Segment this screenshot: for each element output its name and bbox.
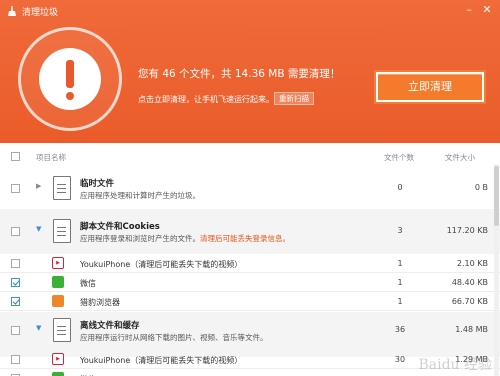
group-row-temp-files[interactable]: ▶ 临时文件 应用程序处理和计算时产生的垃圾。 0 0 B [0,166,500,211]
list-item[interactable]: 猎豹浏览器 1 66.70 KB [0,292,500,311]
app-name: YoukuiPhone（清理后可能丢失下载的视频） [80,260,243,269]
file-size: 117.20 KB [446,226,488,235]
file-count: 36 [394,325,406,334]
status-ring [18,27,122,131]
window-title: 清理垃圾 [22,8,59,18]
file-size: 0 B [474,183,488,192]
document-icon [53,219,71,243]
summary-hint: 点击立即清理，让手机飞速运行起来。 [138,95,274,104]
collapse-arrow-icon[interactable]: ▼ [36,324,41,332]
document-icon [53,176,71,200]
app-name: 猎豹浏览器 [80,298,120,307]
column-size[interactable]: 文件大小 [445,152,475,163]
row-checkbox[interactable] [11,227,20,236]
group-description: 应用程序运行时从网络下载的图片、视频、音乐等文件。 [80,333,268,342]
close-icon[interactable]: ✕ [478,2,496,18]
minimize-icon[interactable]: – [460,2,478,18]
clean-now-button[interactable]: 立即清理 [374,70,486,104]
column-name[interactable]: 项目名称 [36,152,66,163]
file-count: 1 [397,259,403,268]
list-item[interactable]: ▶ YoukuiPhone（清理后可能丢失下载的视频） 1 2.10 KB [0,254,500,273]
collapse-arrow-icon[interactable]: ▼ [36,225,41,233]
watermark: Baidu 经验 [418,357,492,373]
scrollbar[interactable] [494,164,499,376]
column-count[interactable]: 文件个数 [384,152,414,163]
file-count: 1 [397,278,403,287]
file-size: 2.10 KB [456,259,488,268]
expand-arrow-icon[interactable]: ▶ [36,182,41,190]
summary-message: 您有 46 个文件，共 14.36 MB 需要清理！ [138,68,341,80]
row-checkbox[interactable] [11,355,20,364]
app-name: 微信 [80,279,96,288]
file-count: 3 [397,226,403,235]
wechat-icon [52,276,64,288]
select-all-checkbox[interactable] [11,152,20,161]
file-count: 1 [397,297,403,306]
summary-header: 清理垃圾 – ✕ 您有 46 个文件，共 14.36 MB 需要清理！ 点击立即… [0,0,500,143]
row-checkbox[interactable] [11,278,20,287]
list-item[interactable]: 微信 1 48.40 KB [0,273,500,292]
file-size: 66.70 KB [451,297,488,306]
group-description: 应用程序处理和计算时产生的垃圾。 [80,191,200,200]
file-count: 0 [397,183,403,192]
group-title: 离线文件和缓存 [80,321,140,331]
group-title: 临时文件 [80,179,115,189]
file-size: 48.40 KB [451,278,488,287]
group-description: 应用程序登录和浏览时产生的文件。清理后可能丢失登录信息。 [80,234,290,243]
group-title: 脚本文件和Cookies [80,222,160,232]
scrollbar-thumb[interactable] [494,166,499,226]
liebao-browser-icon [52,295,64,307]
row-checkbox[interactable] [11,259,20,268]
file-count: 30 [394,355,406,364]
app-name: YoukuiPhone（清理后可能丢失下载的视频） [80,356,243,365]
document-icon [53,318,71,342]
file-size: 1.48 MB [455,325,488,334]
column-header: 项目名称 文件个数 文件大小 [0,150,500,164]
row-checkbox[interactable] [11,297,20,306]
wechat-icon [52,372,64,376]
row-checkbox[interactable] [11,184,20,193]
youku-icon: ▶ [52,257,64,269]
broom-icon [8,6,16,16]
group-row-scripts-cookies[interactable]: ▼ 脚本文件和Cookies 应用程序登录和浏览时产生的文件。清理后可能丢失登录… [0,209,500,254]
title-bar: 清理垃圾 – ✕ [0,0,500,22]
youku-icon: ▶ [52,353,64,365]
rescan-button[interactable]: 重新扫描 [274,92,314,105]
exclamation-icon [39,48,101,110]
file-list: ▶ 临时文件 应用程序处理和计算时产生的垃圾。 0 0 B ▼ 脚本文件和Coo… [0,166,500,376]
warning-text: 清理后可能丢失登录信息。 [200,234,290,243]
row-checkbox[interactable] [11,326,20,335]
